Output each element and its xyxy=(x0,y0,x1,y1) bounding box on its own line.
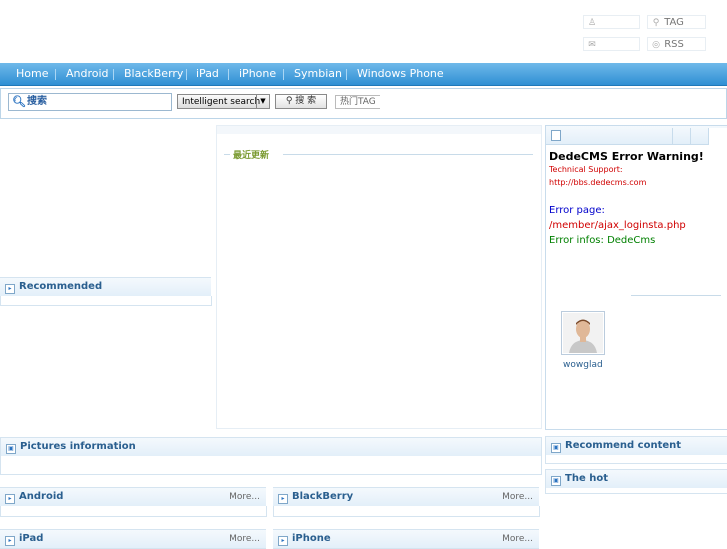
recommend-content-title: Recommend content xyxy=(565,440,682,451)
arrow-right-icon: ▸ xyxy=(5,494,15,504)
top-link-rss[interactable]: ◎ RSS xyxy=(647,37,706,51)
android-header: ▸ Android More... xyxy=(0,487,266,507)
blackberry-header: ▸ BlackBerry More... xyxy=(273,487,539,507)
tag-link-label: TAG xyxy=(664,17,684,28)
ipad-title: iPad xyxy=(19,533,44,544)
pictures-body xyxy=(0,456,542,475)
recommend-content-header: ▣ Recommend content xyxy=(545,436,727,456)
avatar[interactable] xyxy=(561,311,605,355)
rss-icon: ◎ xyxy=(652,40,660,50)
hot-tag-link[interactable]: 热门TAG xyxy=(335,95,380,109)
search-icon: 🔍︎ xyxy=(12,95,26,108)
nav-item-iphone[interactable]: iPhone xyxy=(239,63,276,85)
search-button[interactable]: ⚲ 搜 索 xyxy=(275,94,327,109)
nav-item-symbian[interactable]: Symbian xyxy=(294,63,342,85)
user-name[interactable]: wowglad xyxy=(563,360,603,370)
recent-updates-title: 最近更新 xyxy=(233,148,270,161)
android-body xyxy=(0,506,267,517)
user-icon: ♙ xyxy=(587,18,597,28)
top-link-tag[interactable]: ⚲ TAG xyxy=(647,15,706,29)
search-input[interactable]: 🔍︎ 搜索 xyxy=(8,93,172,111)
nav-item-home[interactable]: Home xyxy=(16,63,48,85)
ipad-more-link[interactable]: More... xyxy=(229,530,260,548)
android-more-link[interactable]: More... xyxy=(229,488,260,506)
search-type-value: Intelligent search xyxy=(182,97,261,107)
user-avatar-icon xyxy=(563,313,603,353)
android-title: Android xyxy=(19,491,64,502)
blackberry-more-link[interactable]: More... xyxy=(502,488,533,506)
ipad-header: ▸ iPad More... xyxy=(0,529,266,549)
blackberry-body xyxy=(273,506,540,517)
the-hot-header: ▣ The hot xyxy=(545,469,727,489)
recent-updates-panel: 最近更新 xyxy=(216,125,542,429)
picture-icon: ▣ xyxy=(6,444,16,454)
search-button-label: 搜 索 xyxy=(295,96,317,106)
arrow-right-icon: ▸ xyxy=(5,284,15,294)
nav-item-android[interactable]: Android xyxy=(66,63,109,85)
top-link-mail[interactable]: ✉ xyxy=(583,37,640,51)
search-bar: 🔍︎ 搜索 Intelligent search ▼ ⚲ 搜 索 热门TAG xyxy=(0,88,727,119)
search-button-icon: ⚲ xyxy=(285,96,293,106)
arrow-right-icon: ▸ xyxy=(278,494,288,504)
error-title: DedeCMS Error Warning! xyxy=(549,150,704,163)
pictures-title: Pictures information xyxy=(20,441,136,452)
search-small-icon: ⚲ xyxy=(652,18,660,28)
recommended-title: Recommended xyxy=(19,281,103,292)
content-icon: ▣ xyxy=(551,443,561,453)
search-input-label: 搜索 xyxy=(27,96,47,107)
the-hot-title: The hot xyxy=(565,473,608,484)
recommended-body xyxy=(0,296,212,306)
error-page-path: /member/ajax_loginsta.php xyxy=(549,220,686,231)
hot-icon: ▣ xyxy=(551,476,561,486)
nav-item-windows-phone[interactable]: Windows Phone xyxy=(357,63,444,85)
iphone-title: iPhone xyxy=(292,533,331,544)
error-page-label: Error page: xyxy=(549,205,605,216)
search-type-select[interactable]: Intelligent search ▼ xyxy=(177,94,270,109)
top-link-user[interactable]: ♙ xyxy=(583,15,640,29)
mail-icon: ✉ xyxy=(588,40,596,50)
panel-icon xyxy=(551,130,561,141)
recommended-header: ▸ Recommended xyxy=(0,277,211,297)
error-support-label: Technical Support: xyxy=(549,165,623,174)
blackberry-title: BlackBerry xyxy=(292,491,354,502)
iphone-more-link[interactable]: More... xyxy=(502,530,533,548)
nav-item-blackberry[interactable]: BlackBerry xyxy=(124,63,183,85)
nav-item-ipad[interactable]: iPad xyxy=(196,63,219,85)
main-nav: Home Android BlackBerry iPad iPhone Symb… xyxy=(0,63,727,86)
chevron-down-icon: ▼ xyxy=(256,95,269,108)
recommend-content-body xyxy=(545,455,727,464)
rss-link-label: RSS xyxy=(664,39,684,50)
pictures-header: ▣ Pictures information xyxy=(0,437,542,457)
error-infos: Error infos: DedeCms xyxy=(549,235,656,246)
error-support-link[interactable]: http://bbs.dedecms.com xyxy=(549,178,646,187)
iphone-header: ▸ iPhone More... xyxy=(273,529,539,549)
the-hot-body xyxy=(545,488,727,494)
